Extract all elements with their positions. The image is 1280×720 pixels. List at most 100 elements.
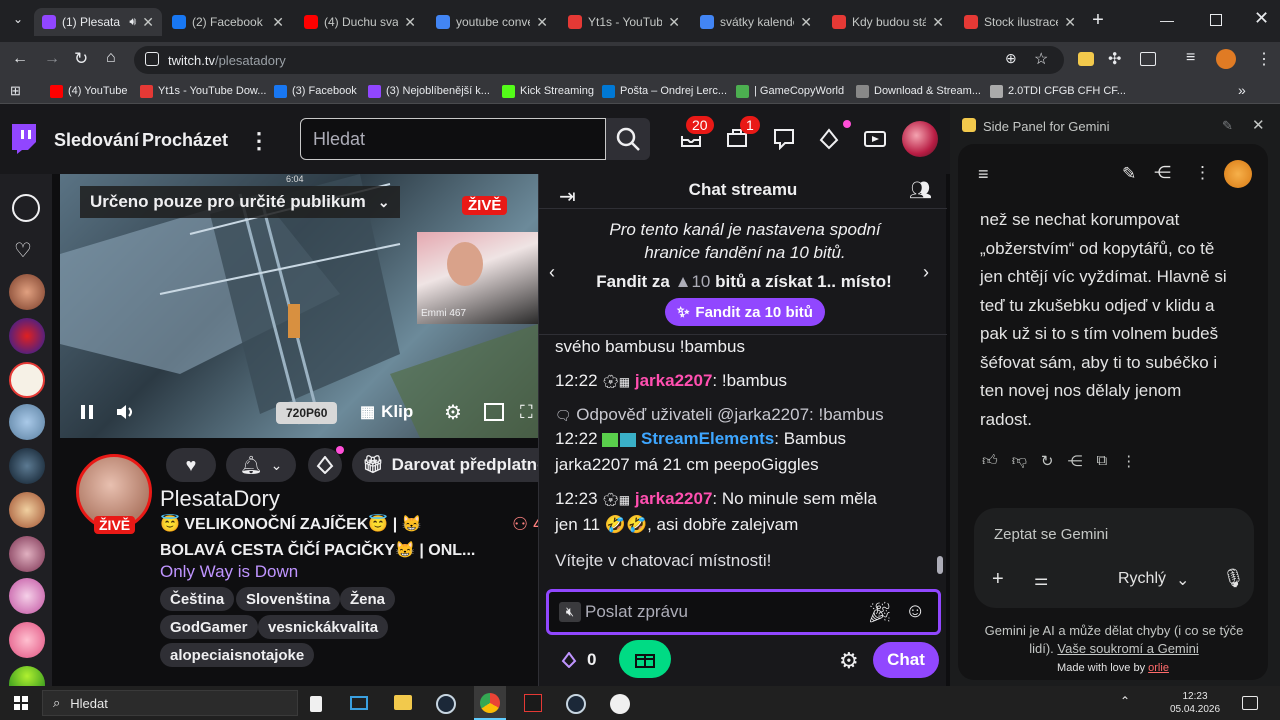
browser-tab[interactable]: Yt1s - YouTube ✕ bbox=[560, 8, 688, 36]
chat-users-icon[interactable]: 👥︎ bbox=[909, 180, 932, 201]
nav-following[interactable]: Sledování bbox=[54, 130, 139, 151]
share-icon[interactable]: ⋲ bbox=[1154, 163, 1171, 183]
apps-grid-icon[interactable]: ⊞ bbox=[10, 83, 21, 99]
author-link[interactable]: orlie bbox=[1148, 662, 1169, 674]
copy-icon[interactable]: ⧉ bbox=[1097, 452, 1108, 470]
bookmark-star-icon[interactable]: ☆ bbox=[1034, 49, 1048, 69]
bookmark-item[interactable]: 2.0TDI CFGB CFH CF... bbox=[990, 83, 1126, 99]
tab-close-icon[interactable]: ✕ bbox=[800, 14, 812, 31]
bits-icon[interactable] bbox=[818, 128, 840, 150]
steam-icon[interactable] bbox=[566, 694, 586, 714]
mute-icon[interactable]: 🔇︎ bbox=[559, 602, 581, 622]
channel-points-button[interactable] bbox=[619, 640, 671, 678]
tab-close-icon[interactable]: ✕ bbox=[668, 14, 680, 31]
gemini-input[interactable]: Zeptat se Gemini + ⚌ Rychlý ⌄ 🎙︎ bbox=[974, 508, 1254, 608]
bits-balance[interactable]: 0 bbox=[561, 650, 596, 670]
channel-avatar[interactable] bbox=[9, 622, 45, 658]
nav-browse[interactable]: Procházet bbox=[142, 130, 228, 151]
chat-input[interactable]: 🔇︎ Poslat zprávu 🎉︎ ☺ bbox=[546, 589, 941, 635]
browser-tab[interactable]: svátky kalende ✕ bbox=[692, 8, 820, 36]
notifications-button[interactable]: 🔔︎ ⌄ bbox=[226, 448, 296, 482]
tab-search-icon[interactable]: ⌄ bbox=[8, 12, 28, 32]
whispers-icon[interactable] bbox=[773, 128, 795, 150]
collapse-rail-icon[interactable] bbox=[12, 194, 40, 222]
bookmark-item[interactable]: Kick Streaming bbox=[502, 83, 594, 99]
settings-gear-icon[interactable]: ⚙ bbox=[444, 400, 462, 425]
channel-avatar[interactable] bbox=[9, 536, 45, 572]
channel-avatar[interactable] bbox=[9, 318, 45, 354]
bookmark-item[interactable]: Pošta – Ondrej Lerc... bbox=[602, 83, 727, 99]
scroll-thumb[interactable] bbox=[937, 556, 943, 574]
close-panel-icon[interactable]: ✕ bbox=[1252, 116, 1265, 134]
gemini-menu-icon[interactable]: ≡ bbox=[978, 164, 989, 185]
browser-tab[interactable]: youtube conve ✕ bbox=[428, 8, 556, 36]
tag[interactable]: vesnickákvalita bbox=[258, 615, 389, 639]
chat-username[interactable]: jarka2207 bbox=[635, 371, 713, 390]
bookmark-item[interactable]: Yt1s - YouTube Dow... bbox=[140, 83, 266, 99]
game-link[interactable]: Only Way is Down bbox=[160, 562, 298, 582]
channel-avatar[interactable] bbox=[9, 362, 45, 398]
cheer-prev-icon[interactable]: ‹ bbox=[549, 262, 555, 283]
tag[interactable]: GodGamer bbox=[160, 615, 258, 639]
bookmark-item[interactable]: Download & Stream... bbox=[856, 83, 981, 99]
emote-picker-icon[interactable]: ☺ bbox=[905, 600, 925, 623]
pause-icon[interactable] bbox=[80, 404, 94, 420]
gemini-profile-avatar[interactable] bbox=[1224, 160, 1252, 188]
browser-tab[interactable]: Stock ilustrace ✕ bbox=[956, 8, 1084, 36]
browser-tab[interactable]: (1) Plesata 🔊︎ ✕ bbox=[34, 8, 162, 36]
tab-close-icon[interactable]: ✕ bbox=[1064, 14, 1076, 31]
browser-tab[interactable]: (4) Duchu svat ✕ bbox=[296, 8, 424, 36]
extension-icon[interactable] bbox=[1078, 52, 1094, 66]
response-more-icon[interactable]: ⋮ bbox=[1121, 452, 1136, 470]
follow-heart-button[interactable]: ♥ bbox=[166, 448, 216, 482]
minimize-button[interactable]: — bbox=[1160, 12, 1176, 28]
tray-chevron-icon[interactable]: ⌃ bbox=[1120, 694, 1130, 708]
bookmark-item[interactable]: (3) Facebook bbox=[274, 83, 357, 99]
quality-badge[interactable]: 720P60 bbox=[276, 402, 338, 424]
gift-sub-button[interactable]: 🎁︎ Darovat předplatné bbox=[352, 448, 538, 482]
regenerate-icon[interactable]: ↻ bbox=[1041, 452, 1054, 470]
twitch-logo-icon[interactable] bbox=[10, 124, 36, 154]
bookmark-item[interactable]: (4) YouTube bbox=[50, 83, 128, 99]
privacy-link[interactable]: Vaše soukromí a Gemini bbox=[1057, 641, 1198, 656]
thumbs-down-icon[interactable]: 👎︎ bbox=[1012, 452, 1027, 470]
tab-close-icon[interactable]: ✕ bbox=[142, 14, 154, 31]
file-explorer-icon[interactable] bbox=[394, 695, 412, 710]
profile-avatar[interactable] bbox=[1216, 49, 1236, 69]
chat-username[interactable]: jarka2207 bbox=[635, 489, 713, 508]
tab-audio-icon[interactable]: 🔊︎ bbox=[129, 16, 136, 29]
channel-avatar[interactable] bbox=[9, 404, 45, 440]
chat-scrollbar[interactable] bbox=[937, 338, 943, 578]
channel-avatar[interactable] bbox=[9, 578, 45, 614]
cheer-confetti-icon[interactable]: 🎉︎ bbox=[867, 600, 892, 625]
clock[interactable]: 12:23 05.04.2026 bbox=[1162, 690, 1228, 716]
back-icon[interactable]: ← bbox=[12, 50, 28, 68]
windows-start-icon[interactable] bbox=[14, 696, 28, 710]
more-bookmarks-icon[interactable]: » bbox=[1238, 82, 1246, 98]
clip-button[interactable]: ▦ Klip bbox=[360, 402, 413, 422]
microphone-icon[interactable]: 🎙︎ bbox=[1222, 568, 1245, 589]
tag[interactable]: Slovenština bbox=[236, 587, 341, 611]
steam-icon[interactable] bbox=[436, 694, 456, 714]
media-control-icon[interactable]: ≡ bbox=[1186, 49, 1195, 67]
zoom-icon[interactable]: ⊕ bbox=[1005, 50, 1017, 67]
bookmark-item[interactable]: (3) Nejoblíbenější k... bbox=[368, 83, 490, 99]
cheer-button[interactable]: ✨︎ Fandit za 10 bitů bbox=[665, 298, 825, 326]
extensions-puzzle-icon[interactable]: ✣ bbox=[1108, 49, 1121, 69]
share-response-icon[interactable]: ⋲ bbox=[1068, 452, 1083, 470]
maximize-button[interactable] bbox=[1210, 14, 1222, 26]
search-button[interactable] bbox=[606, 118, 650, 160]
tag[interactable]: Žena bbox=[340, 587, 396, 611]
turbo-icon[interactable] bbox=[863, 128, 887, 150]
browser-tab[interactable]: (2) Facebook ✕ bbox=[164, 8, 292, 36]
tab-close-icon[interactable]: ✕ bbox=[404, 14, 416, 31]
nav-more-icon[interactable]: ⋮ bbox=[248, 128, 270, 154]
user-avatar[interactable] bbox=[902, 121, 938, 157]
gemini-more-icon[interactable]: ⋮ bbox=[1194, 163, 1211, 183]
channel-avatar[interactable] bbox=[9, 448, 45, 484]
forward-icon[interactable]: → bbox=[44, 50, 60, 68]
task-view-icon[interactable] bbox=[350, 696, 368, 710]
channel-avatar[interactable] bbox=[9, 492, 45, 528]
bookmark-item[interactable]: | GameCopyWorld bbox=[736, 83, 844, 99]
browser-menu-icon[interactable]: ⋮ bbox=[1256, 49, 1272, 69]
